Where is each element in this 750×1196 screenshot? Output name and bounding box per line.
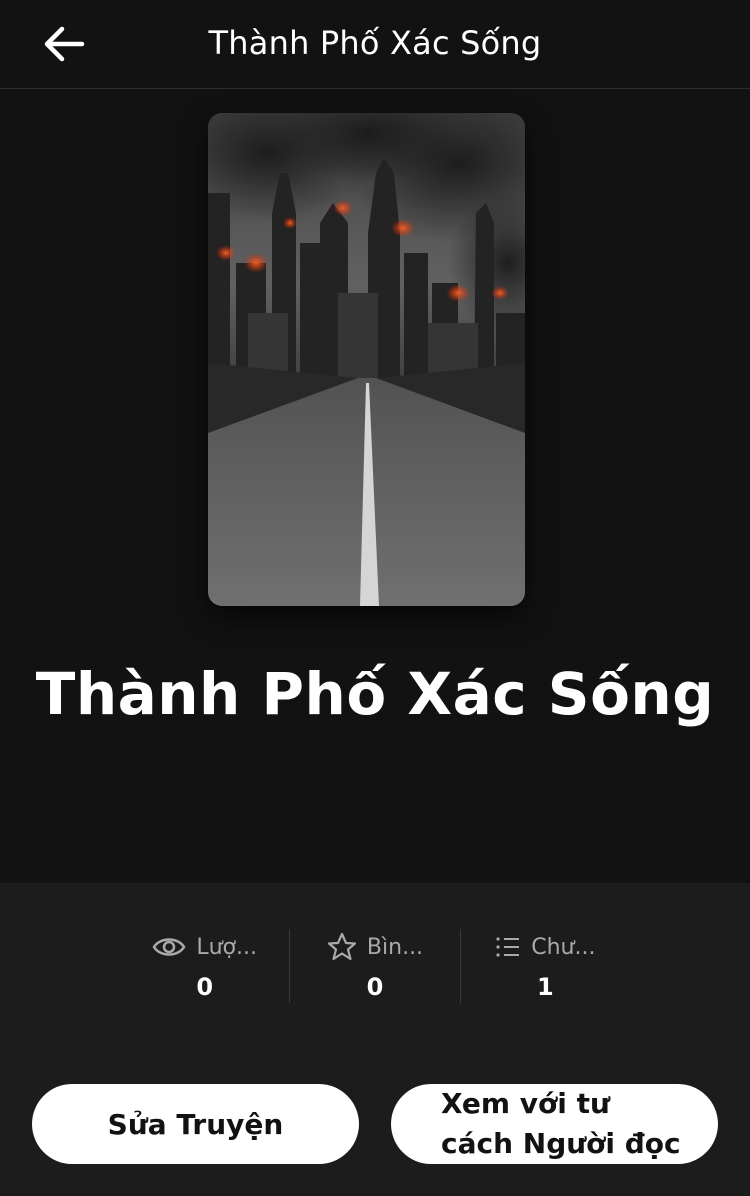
stat-votes-label: Bìn... (366, 934, 424, 960)
edit-story-button[interactable]: Sửa Truyện (32, 1084, 359, 1164)
story-title: Thành Phố Xác Sống (35, 660, 715, 728)
list-icon (496, 937, 520, 957)
page-title: Thành Phố Xác Sống (208, 24, 542, 62)
stat-views-label: Lượ... (196, 934, 257, 960)
stat-views[interactable]: Lượ... 0 (120, 929, 289, 1003)
eye-icon (152, 938, 186, 956)
story-info-panel: Lượ... 0 Bìn... 0 Chư... 1 Sửa Truyện Xe… (0, 883, 750, 1196)
stat-chapters[interactable]: Chư... 1 (459, 929, 630, 1003)
top-bar: Thành Phố Xác Sống (0, 0, 750, 89)
book-cover-image (208, 113, 525, 606)
stat-views-value: 0 (196, 973, 214, 1001)
stat-votes[interactable]: Bìn... 0 (289, 929, 459, 1003)
story-detail-screen: Thành Phố Xác Sống Thành Phố Xác Sống Lư… (0, 0, 750, 1196)
stat-votes-value: 0 (366, 973, 384, 1001)
view-as-reader-label: Xem với tư cách Người đọc (441, 1087, 681, 1160)
stat-chapters-label: Chư... (531, 934, 596, 960)
stat-chapters-value: 1 (536, 973, 554, 1001)
view-as-reader-button[interactable]: Xem với tư cách Người đọc (391, 1084, 718, 1164)
stats-row: Lượ... 0 Bìn... 0 Chư... 1 (120, 929, 630, 1003)
star-icon (327, 932, 357, 961)
